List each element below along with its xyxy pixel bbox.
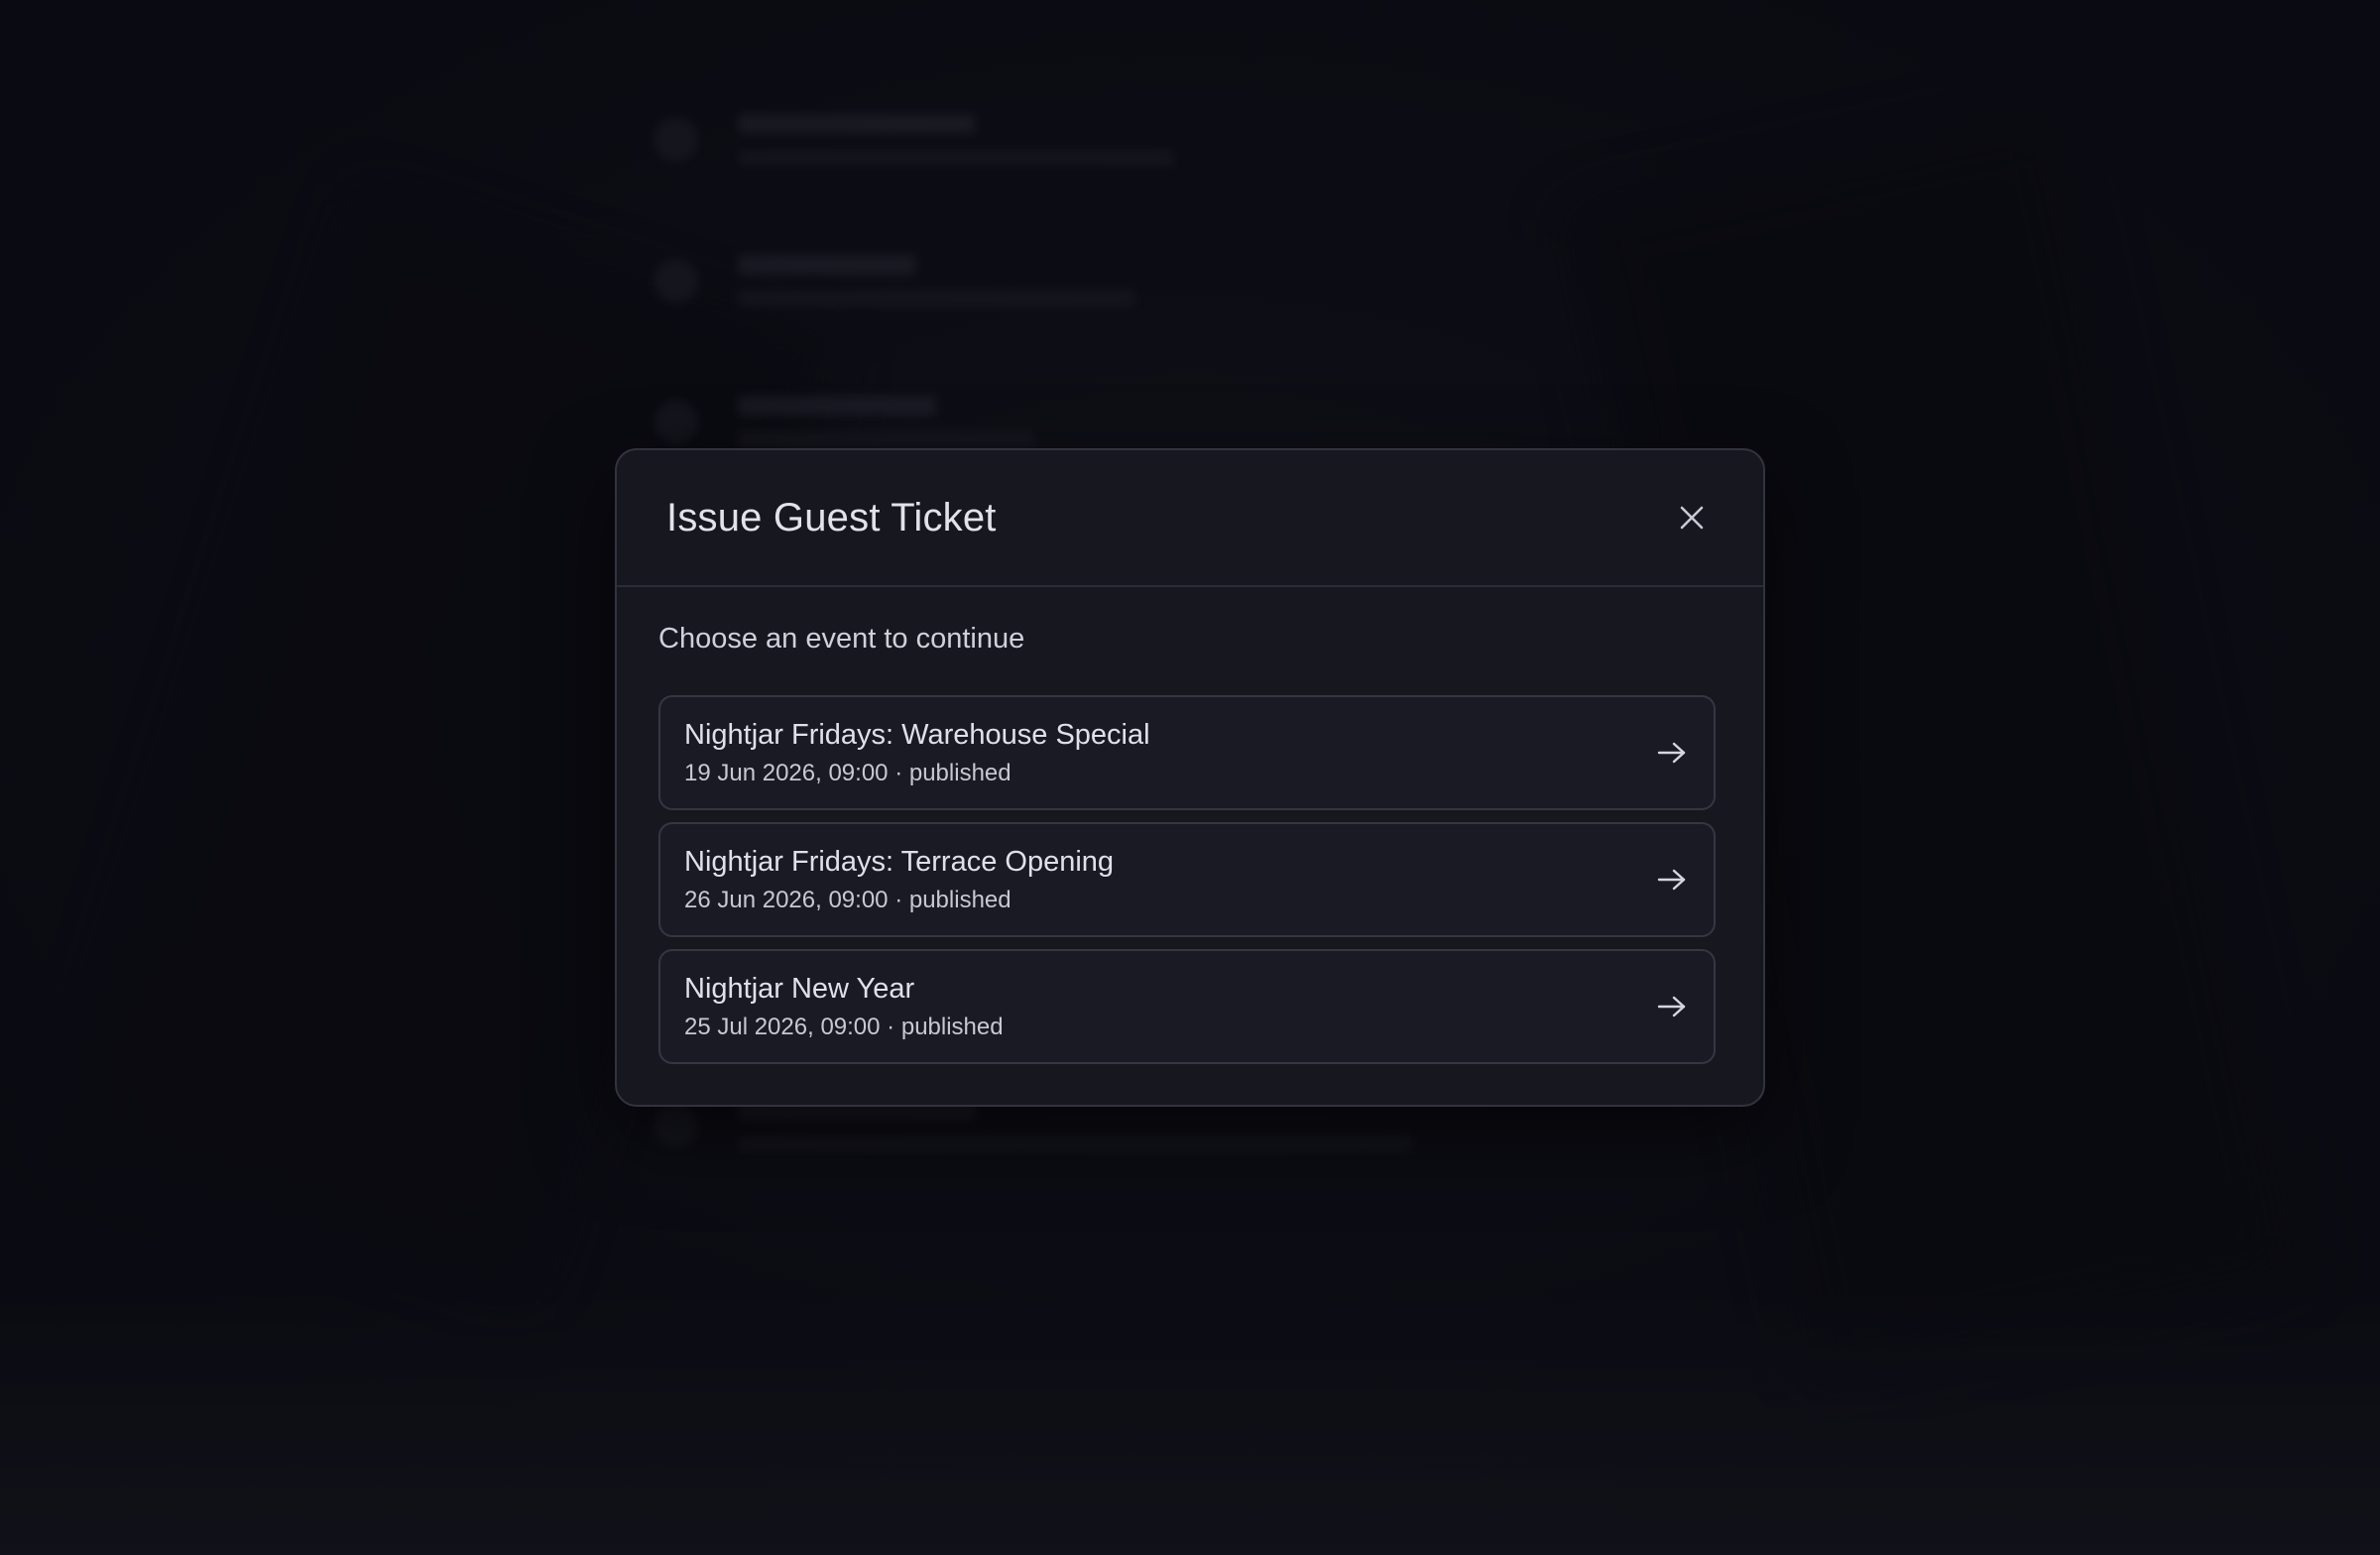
event-option[interactable]: Nightjar Fridays: Terrace Opening 26 Jun… [658,822,1716,937]
close-icon [1680,506,1704,530]
event-datetime: 26 Jun 2026, 09:00 [684,886,889,913]
event-meta: 26 Jun 2026, 09:00 · published [684,887,1114,914]
event-name: Nightjar Fridays: Terrace Opening [684,845,1115,878]
event-text: Nightjar Fridays: Warehouse Special 19 J… [684,719,1150,787]
event-option[interactable]: Nightjar New Year 25 Jul 2026, 09:00 · p… [658,949,1716,1064]
event-status: published [908,759,1012,786]
arrow-right-icon [1654,862,1690,897]
close-button[interactable] [1666,492,1718,543]
event-name: Nightjar Fridays: Warehouse Special [684,718,1150,751]
event-datetime: 25 Jul 2026, 09:00 [684,1013,881,1040]
event-list: Nightjar Fridays: Warehouse Special 19 J… [658,695,1716,1064]
arrow-right-icon [1654,735,1690,771]
dialog-prompt: Choose an event to continue [658,623,1025,655]
event-separator: · [894,759,903,786]
event-option[interactable]: Nightjar Fridays: Warehouse Special 19 J… [658,695,1716,810]
event-meta: 19 Jun 2026, 09:00 · published [684,760,1150,787]
event-status: published [900,1013,1004,1040]
event-separator: · [887,1013,895,1040]
event-text: Nightjar New Year 25 Jul 2026, 09:00 · p… [684,973,1004,1041]
event-status: published [908,886,1012,913]
dialog-header: Issue Guest Ticket [617,450,1763,587]
issue-guest-ticket-dialog: Issue Guest Ticket Choose an event to co… [615,448,1765,1107]
event-datetime: 19 Jun 2026, 09:00 [684,759,889,786]
dialog-title: Issue Guest Ticket [666,495,997,539]
event-separator: · [894,886,903,913]
arrow-right-icon [1654,989,1690,1024]
event-meta: 25 Jul 2026, 09:00 · published [684,1014,1004,1041]
event-name: Nightjar New Year [684,972,915,1005]
dialog-body: Choose an event to continue Nightjar Fri… [617,587,1763,1064]
event-text: Nightjar Fridays: Terrace Opening 26 Jun… [684,846,1114,914]
